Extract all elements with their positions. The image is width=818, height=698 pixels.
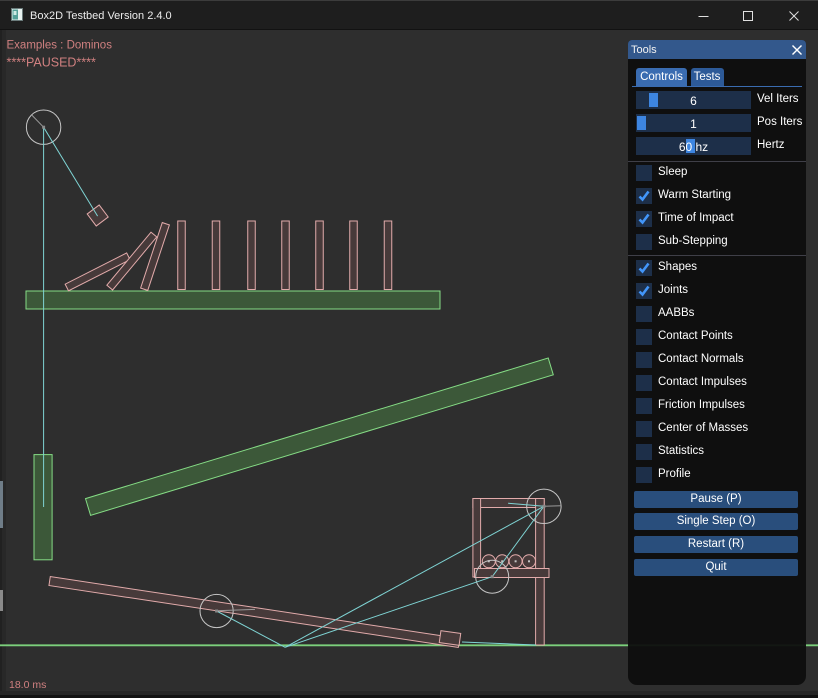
svg-text:18.0 ms: 18.0 ms <box>9 679 46 691</box>
svg-text:****PAUSED****: ****PAUSED**** <box>7 56 97 70</box>
svg-text:Examples : Dominos: Examples : Dominos <box>7 40 113 52</box>
